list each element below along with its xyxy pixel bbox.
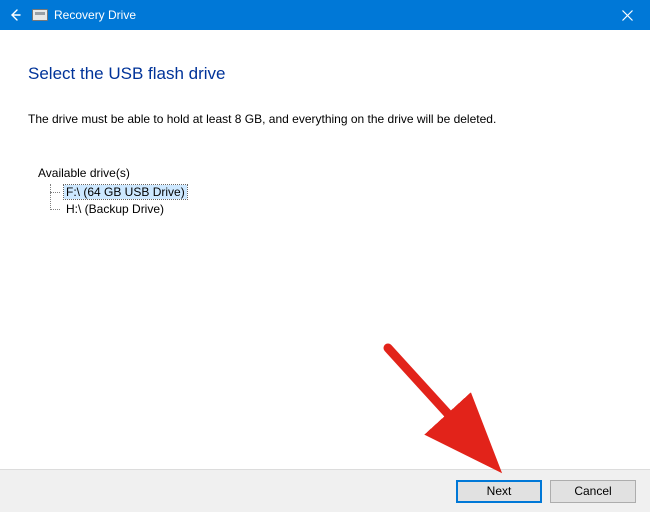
content-area: Select the USB flash drive The drive mus…	[0, 30, 650, 218]
drive-item[interactable]: F:\ (64 GB USB Drive)	[50, 184, 622, 201]
drive-list-label: Available drive(s)	[38, 166, 622, 180]
drive-icon	[32, 9, 48, 21]
footer: Next Cancel	[0, 469, 650, 512]
cancel-button[interactable]: Cancel	[550, 480, 636, 503]
next-button[interactable]: Next	[456, 480, 542, 503]
page-heading: Select the USB flash drive	[28, 64, 622, 84]
drive-list: F:\ (64 GB USB Drive) H:\ (Backup Drive)	[50, 184, 622, 218]
window-title: Recovery Drive	[54, 0, 136, 30]
back-arrow-icon	[7, 7, 23, 23]
page-description: The drive must be able to hold at least …	[28, 112, 622, 126]
back-button[interactable]	[0, 0, 30, 30]
drive-item-label: F:\ (64 GB USB Drive)	[64, 185, 187, 199]
titlebar: Recovery Drive	[0, 0, 650, 30]
drive-item-label: H:\ (Backup Drive)	[64, 202, 166, 216]
drive-item[interactable]: H:\ (Backup Drive)	[50, 201, 622, 218]
close-button[interactable]	[605, 0, 650, 30]
close-icon	[622, 10, 633, 21]
